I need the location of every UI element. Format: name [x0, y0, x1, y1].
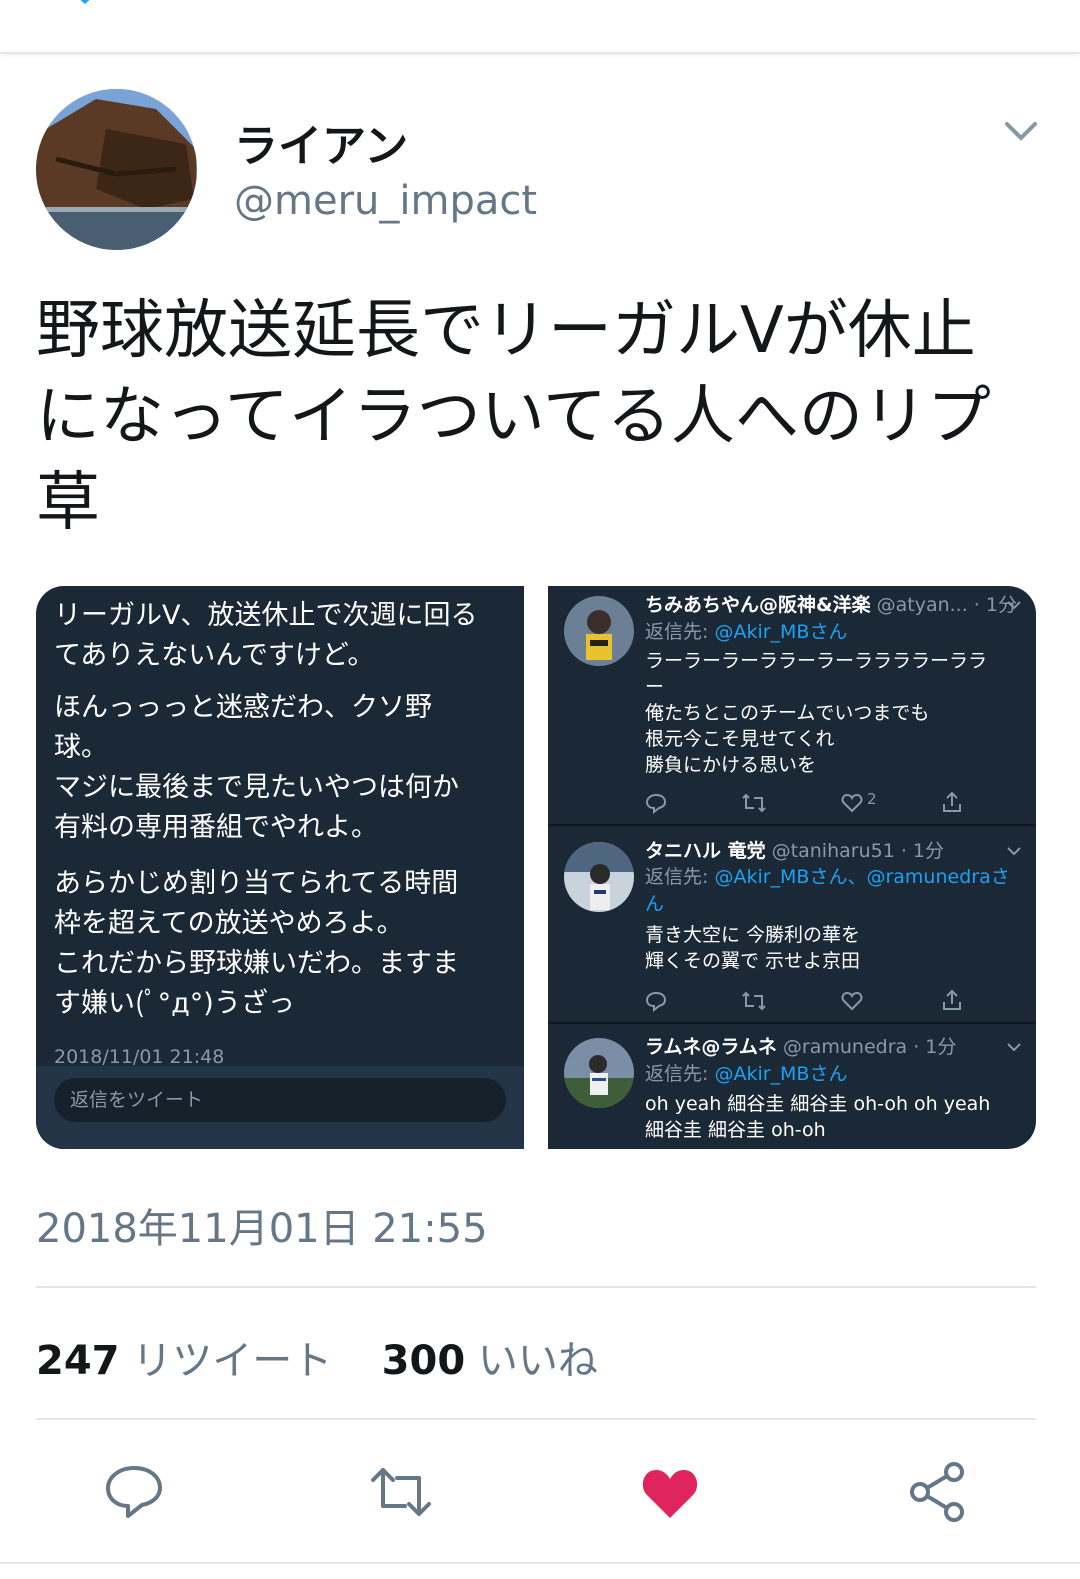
author-avatar[interactable]	[36, 89, 197, 250]
like-count[interactable]: 300	[382, 1338, 466, 1384]
reply-avatar	[564, 842, 634, 912]
back-arrow-icon[interactable]	[74, 0, 96, 4]
reply-header: ラムネ@ラムネ @ramunedra · 1分	[645, 1034, 956, 1060]
retweet-icon	[742, 991, 766, 1011]
tweet-text: 野球放送延長でリーガルⅤが休止 になってイラついてる人へのリプ 草	[36, 288, 1046, 546]
reply-text-line: 青き大空に 今勝利の華を	[645, 924, 861, 946]
reply-text-line: 勝負にかける思いを	[645, 754, 817, 776]
chevron-down-icon	[1007, 847, 1021, 856]
tweet-text-line: になってイラついてる人へのリプ	[36, 380, 991, 454]
share-icon	[943, 791, 961, 812]
media-image-left[interactable]: リーガルV、放送休止で次週に回る てありえないんですけど。 ほんっっっと迷惑だわ…	[36, 586, 524, 1149]
reply-meta: @taniharu51 · 1分	[765, 840, 945, 862]
reply-to: 返信先: @Akir_MBさん	[645, 1061, 847, 1087]
like-label[interactable]: いいね	[478, 1338, 598, 1384]
chevron-down-icon	[1007, 601, 1021, 610]
share-icon	[943, 989, 961, 1010]
reply-to-handle: @Akir_MBさん、@ramunedraさ	[714, 866, 1010, 888]
retweet-count[interactable]: 247	[36, 1338, 120, 1384]
quoted-line: 枠を超えての放送やめろよ。	[54, 908, 404, 939]
quoted-line: ほんっっっと迷惑だわ、クソ野	[54, 692, 432, 723]
reply-icon[interactable]	[102, 1460, 166, 1524]
reply-actions	[645, 988, 1015, 1014]
reply-avatar	[564, 1038, 634, 1108]
reply-actions: 2	[645, 790, 1015, 816]
quoted-line: あらかじめ割り当てられてる時間	[54, 868, 459, 899]
quoted-line: 球。	[54, 732, 108, 763]
reply-name: ラムネ@ラムネ	[645, 1036, 777, 1058]
tweet-text-line: 野球放送延長でリーガルⅤが休止	[36, 294, 976, 368]
reply-tweet: ちみあちやん@阪神&洋楽 @atyan... · 1分 返信先: @Akir_M…	[548, 586, 1036, 826]
quoted-line: これだから野球嫌いだわ。ますま	[54, 948, 459, 979]
quoted-paragraph: ほんっっっと迷惑だわ、クソ野 球。 マジに最後まで見たいやつは何か 有料の専用番…	[54, 688, 514, 848]
quoted-date: 2018/11/01 21:48	[54, 1046, 225, 1068]
reply-name: タニハル 竜党	[645, 840, 766, 862]
horse-photo	[36, 89, 197, 250]
quoted-line: てありえないんですけど。	[54, 640, 375, 671]
reply-text-line: 根元今こそ見せてくれ	[645, 728, 835, 750]
chevron-down-icon	[1007, 1043, 1021, 1052]
reply-text-line: ラーラーラーララーラーララララーララ	[645, 650, 988, 672]
heart-icon	[841, 793, 863, 813]
quoted-line: マジに最後まで見たいやつは何か	[54, 772, 459, 803]
reply-text-line: 細谷圭 細谷圭 oh-oh	[645, 1119, 826, 1141]
reply-name: ちみあちやん@阪神&洋楽	[645, 594, 871, 616]
retweet-icon	[742, 793, 766, 813]
heart-icon	[841, 991, 863, 1011]
quoted-line: リーガルV、放送休止で次週に回る	[54, 600, 478, 631]
reply-to: 返信先: @Akir_MBさん	[645, 619, 847, 645]
reply-to-prefix: 返信先:	[645, 621, 715, 643]
quoted-line: す嫌い(ﾟ°д°)うざっ	[54, 988, 295, 1019]
tweet-timestamp: 2018年11月01日 21:55	[36, 1206, 488, 1252]
reply-to-handle: @Akir_MBさん	[714, 621, 848, 643]
reply-tweet: ラムネ@ラムネ @ramunedra · 1分 返信先: @Akir_MBさん …	[548, 1024, 1036, 1149]
reply-icon	[645, 991, 667, 1012]
reply-to-prefix: 返信先:	[645, 866, 715, 888]
reply-input: 返信をツイート	[54, 1078, 506, 1122]
reply-to-handle-cont: ん	[645, 893, 665, 915]
quoted-paragraph: あらかじめ割り当てられてる時間 枠を超えての放送やめろよ。 これだから野球嫌いだ…	[54, 864, 514, 1024]
tweet-text-line: 草	[36, 466, 100, 540]
reply-text-line: oh yeah 細谷圭 細谷圭 oh-oh oh yeah	[645, 1093, 991, 1115]
heart-icon[interactable]	[638, 1460, 702, 1524]
author-handle[interactable]: @meru_impact	[234, 178, 537, 224]
quoted-paragraph: リーガルV、放送休止で次週に回る てありえないんですけど。	[54, 596, 514, 676]
author-display-name[interactable]: ライアン	[234, 110, 408, 174]
reply-header: タニハル 竜党 @taniharu51 · 1分	[645, 838, 944, 864]
tweet-stats: 247 リツイート 300 いいね	[36, 1328, 598, 1386]
retweet-icon[interactable]	[369, 1460, 433, 1524]
reply-avatar	[564, 596, 634, 666]
reply-icon	[645, 793, 667, 814]
reply-to: 返信先: @Akir_MBさん、@ramunedraさ	[645, 864, 1010, 890]
like-count: 2	[867, 790, 877, 808]
media-image-right[interactable]: ちみあちやん@阪神&洋楽 @atyan... · 1分 返信先: @Akir_M…	[548, 586, 1036, 1149]
reply-text-line: ー	[645, 676, 665, 698]
share-icon[interactable]	[906, 1460, 970, 1524]
reply-tweet: タニハル 竜党 @taniharu51 · 1分 返信先: @Akir_MBさん…	[548, 826, 1036, 1024]
reply-header: ちみあちやん@阪神&洋楽 @atyan... · 1分	[645, 592, 1017, 618]
reply-meta: @ramunedra · 1分	[776, 1036, 957, 1058]
reply-to-handle: @Akir_MBさん	[714, 1063, 848, 1085]
top-app-bar	[0, 0, 1080, 54]
divider	[36, 1286, 1036, 1288]
reply-text-line: 俺たちとこのチームでいつまでも	[645, 702, 930, 724]
reply-to-prefix: 返信先:	[645, 1063, 715, 1085]
divider	[0, 1562, 1080, 1564]
reply-bar: 返信をツイート	[36, 1066, 524, 1149]
reply-text-line: 輝くその翼で 示せよ京田	[645, 950, 861, 972]
reply-meta: @atyan... · 1分	[870, 594, 1017, 616]
retweet-label[interactable]: リツイート	[132, 1338, 332, 1384]
quoted-line: 有料の専用番組でやれよ。	[54, 812, 378, 843]
chevron-down-icon[interactable]	[1001, 118, 1041, 148]
divider	[36, 1418, 1036, 1420]
